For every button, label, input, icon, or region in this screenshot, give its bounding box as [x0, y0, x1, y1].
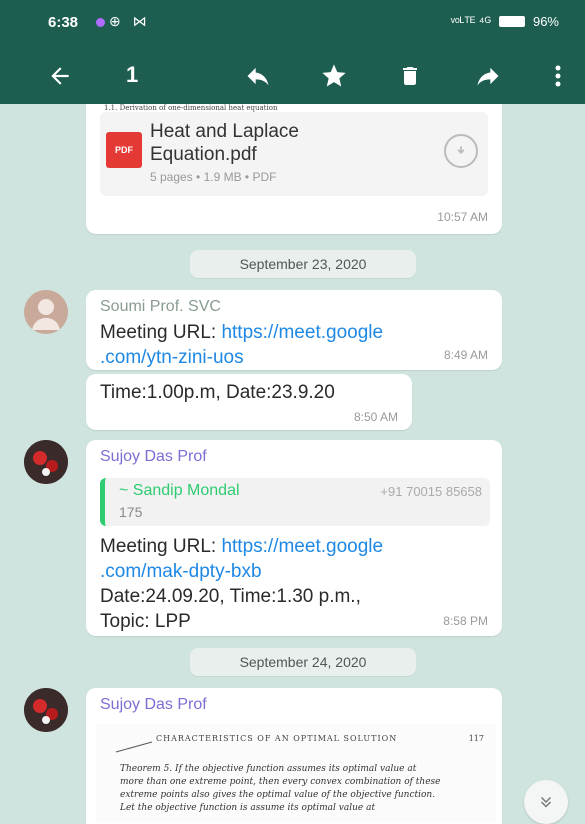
pdf-attachment[interactable]: PDF Heat and Laplace Equation.pdf 5 page… [100, 112, 488, 196]
quoted-sender: ~ Sandip Mondal [119, 482, 240, 499]
message-time: 8:49 AM [443, 348, 488, 362]
notification-icons: ⊕ ⋈ [96, 13, 151, 30]
quoted-message[interactable]: ~ Sandip Mondal +91 70015 85658 175 [100, 478, 490, 526]
message-bubble[interactable]: Soumi Prof. SVC Meeting URL: https://mee… [86, 290, 502, 370]
scribble-mark [115, 741, 153, 753]
file-meta: 5 pages • 1.9 MB • PDF [150, 170, 277, 184]
meeting-link[interactable]: https://meet.google [221, 322, 383, 343]
preview-page-number: 117 [468, 734, 484, 743]
message-time: 10:57 AM [437, 210, 488, 224]
back-icon[interactable] [42, 58, 78, 94]
download-icon[interactable] [444, 134, 478, 168]
message-time: 8:50 AM [353, 410, 398, 424]
top-app-bar: 6:38 ⊕ ⋈ ᵛᵒᴸᵀᴱ ⁴ᴳ 96% 1 [0, 0, 585, 104]
selection-action-bar: 1 [0, 48, 585, 104]
forward-icon[interactable] [470, 58, 506, 94]
quoted-text: 175 [119, 504, 143, 520]
meeting-link[interactable]: https://meet.google [221, 536, 383, 557]
app-notification-icon [96, 17, 105, 27]
delete-icon[interactable] [392, 58, 428, 94]
file-name: Heat and Laplace Equation.pdf [150, 121, 299, 165]
meeting-link-cont[interactable]: .com/mak-dpty-bxb [100, 561, 262, 582]
reply-icon[interactable] [240, 58, 276, 94]
status-bar: 6:38 ⊕ ⋈ ᵛᵒᴸᵀᴱ ⁴ᴳ 96% [0, 0, 585, 44]
message-text: Meeting URL: https://meet.google .com/yt… [100, 322, 384, 368]
sender-name: Sujoy Das Prof [100, 448, 207, 465]
document-preview[interactable]: CHARACTERISTICS OF AN OPTIMAL SOLUTION 1… [96, 724, 496, 822]
date-separator: September 23, 2020 [190, 250, 416, 278]
pdf-icon: PDF [106, 132, 142, 168]
signal-icon: ᵛᵒᴸᵀᴱ ⁴ᴳ [450, 14, 491, 29]
avatar[interactable] [24, 290, 68, 334]
battery-icon [498, 16, 525, 27]
message-bubble[interactable]: Time:1.00p.m, Date:23.9.20 8:50 AM [86, 374, 412, 430]
quoted-phone: +91 70015 85658 [380, 484, 482, 499]
meeting-link-cont[interactable]: .com/ytn-zini-uos [100, 347, 244, 368]
sender-name: Soumi Prof. SVC [100, 298, 221, 315]
preview-line: extreme points also gives the optimal va… [120, 790, 436, 800]
sender-name: Sujoy Das Prof [100, 696, 207, 713]
avatar[interactable] [24, 440, 68, 484]
double-chevron-down-icon [540, 796, 552, 808]
message-text: Meeting URL: https://meet.google .com/ma… [100, 536, 384, 632]
more-icon[interactable] [540, 58, 576, 94]
status-right: ᵛᵒᴸᵀᴱ ⁴ᴳ 96% [451, 14, 559, 29]
selected-count: 1 [126, 62, 139, 87]
avatar[interactable] [24, 688, 68, 732]
scroll-to-bottom-button[interactable] [524, 780, 568, 824]
document-message[interactable]: 1.1. Derivation of one-dimensional heat … [86, 104, 502, 234]
status-time: 6:38 [48, 14, 79, 31]
preview-line: Theorem 5. If the objective function ass… [120, 764, 417, 774]
doc-header-snippet: 1.1. Derivation of one-dimensional heat … [104, 104, 278, 112]
chat-area[interactable]: 1.1. Derivation of one-dimensional heat … [0, 104, 585, 824]
message-bubble[interactable]: Sujoy Das Prof CHARACTERISTICS OF AN OPT… [86, 688, 502, 824]
preview-line: more than one extreme point, then every … [120, 777, 441, 787]
date-separator: September 24, 2020 [190, 648, 416, 676]
preview-line: Let the objective function is assume its… [120, 803, 376, 813]
message-bubble[interactable]: Sujoy Das Prof ~ Sandip Mondal +91 70015… [86, 440, 502, 636]
battery-percent: 96% [532, 14, 559, 29]
preview-heading: CHARACTERISTICS OF AN OPTIMAL SOLUTION [156, 734, 398, 743]
message-time: 8:58 PM [443, 614, 488, 628]
star-icon[interactable] [316, 58, 352, 94]
message-text: Time:1.00p.m, Date:23.9.20 [100, 382, 335, 403]
